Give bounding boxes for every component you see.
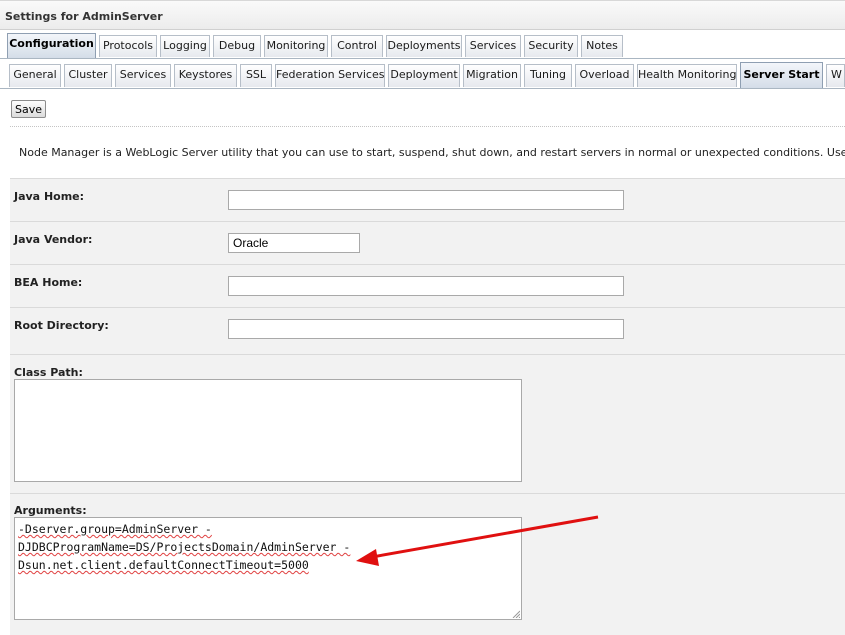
annotation-arrow-icon: [356, 515, 599, 566]
